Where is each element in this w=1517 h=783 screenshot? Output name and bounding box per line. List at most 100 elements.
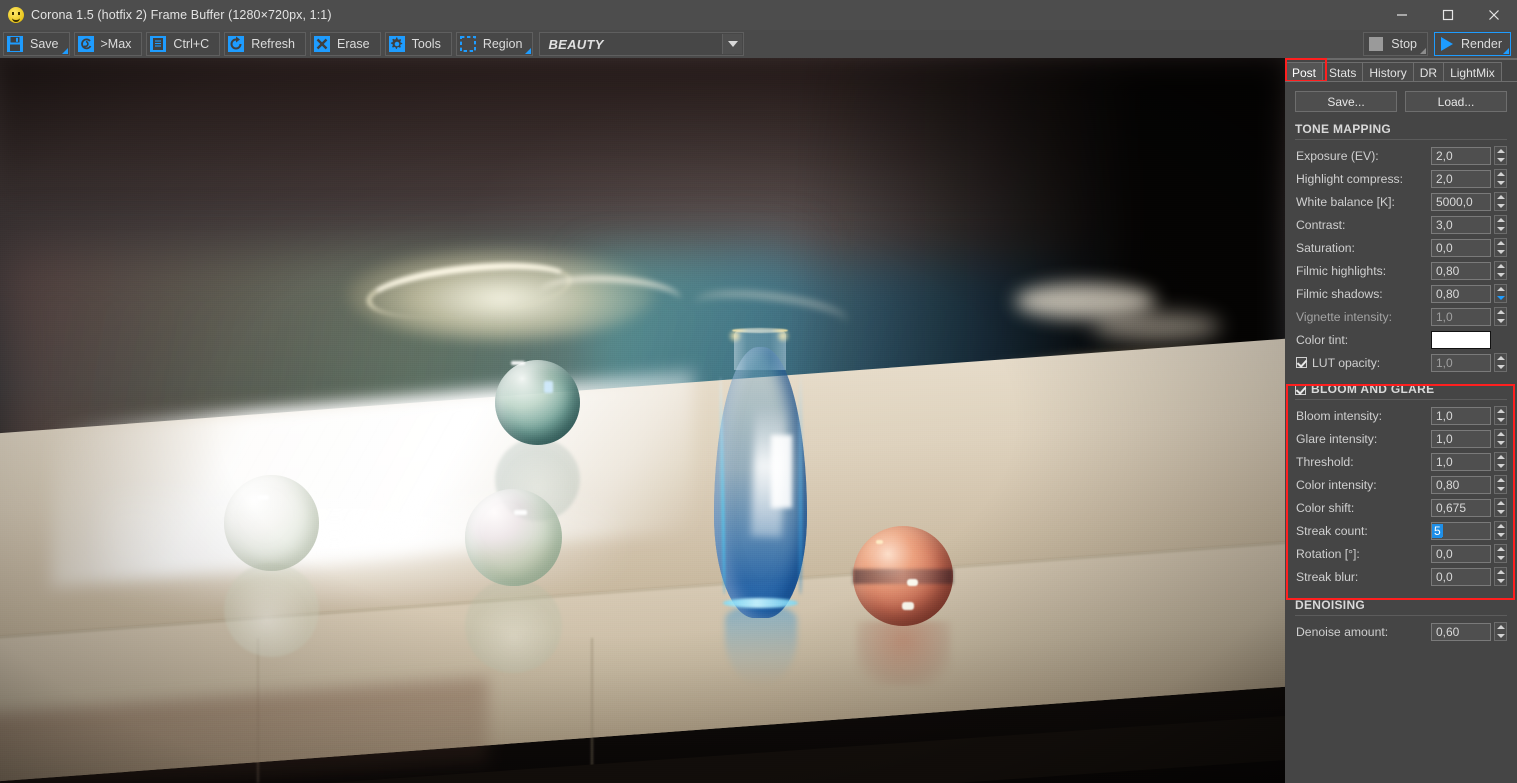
render-viewport[interactable] — [0, 58, 1285, 783]
load-preset-label: Load... — [1437, 94, 1475, 109]
tab-history[interactable]: History — [1362, 62, 1414, 82]
color-intensity-input[interactable]: 0,80 — [1431, 475, 1491, 494]
tab-dr[interactable]: DR — [1412, 62, 1445, 82]
field-glare-intensity[interactable]: Glare intensity: 1,0 — [1285, 427, 1517, 450]
field-filmic-highlights-label: Filmic highlights: — [1296, 263, 1387, 278]
color-intensity-stepper[interactable] — [1494, 475, 1507, 494]
render-button[interactable]: Render — [1434, 32, 1511, 56]
rotation-stepper[interactable] — [1494, 544, 1507, 563]
field-streak-count[interactable]: Streak count: 5 — [1285, 519, 1517, 542]
field-rotation[interactable]: Rotation [°]: 0,0 — [1285, 542, 1517, 565]
to-max-button-label: >Max — [100, 37, 132, 51]
tab-stats[interactable]: Stats — [1322, 62, 1364, 82]
streak-count-stepper[interactable] — [1494, 521, 1507, 540]
field-color-shift[interactable]: Color shift: 0,675 — [1285, 496, 1517, 519]
bloom-and-glare-title: BLOOM AND GLARE — [1311, 382, 1435, 396]
bloom-and-glare-checkbox[interactable] — [1295, 383, 1306, 395]
field-contrast[interactable]: Contrast: 3,0 — [1285, 213, 1517, 236]
bloom-intensity-input[interactable]: 1,0 — [1431, 406, 1491, 425]
tools-button-label: Tools — [411, 37, 441, 51]
field-bloom-intensity[interactable]: Bloom intensity: 1,0 — [1285, 404, 1517, 427]
to-max-button[interactable]: >Max — [73, 32, 143, 56]
saturation-stepper[interactable] — [1494, 238, 1507, 257]
save-preset-button[interactable]: Save... — [1295, 91, 1397, 112]
filmic-highlights-stepper[interactable] — [1494, 261, 1507, 280]
saturation-input[interactable]: 0,0 — [1431, 238, 1491, 257]
filmic-shadows-input[interactable]: 0,80 — [1431, 284, 1491, 303]
close-icon[interactable] — [1471, 0, 1517, 30]
maximize-icon[interactable] — [1425, 0, 1471, 30]
lut-opacity-checkbox[interactable] — [1296, 357, 1307, 368]
bloom-intensity-stepper[interactable] — [1494, 406, 1507, 425]
exposure-input[interactable]: 2,0 — [1431, 146, 1491, 165]
color-shift-stepper[interactable] — [1494, 498, 1507, 517]
render-pass-select[interactable]: BEAUTY — [539, 32, 745, 56]
field-white-balance[interactable]: White balance [K]: 5000,0 — [1285, 190, 1517, 213]
field-streak-blur[interactable]: Streak blur: 0,0 — [1285, 565, 1517, 588]
glare-intensity-stepper[interactable] — [1494, 429, 1507, 448]
contrast-stepper[interactable] — [1494, 215, 1507, 234]
glare-intensity-input[interactable]: 1,0 — [1431, 429, 1491, 448]
color-shift-input[interactable]: 0,675 — [1431, 498, 1491, 517]
field-highlight-compress-label: Highlight compress: — [1296, 171, 1404, 186]
field-saturation[interactable]: Saturation: 0,0 — [1285, 236, 1517, 259]
field-threshold[interactable]: Threshold: 1,0 — [1285, 450, 1517, 473]
vignette-intensity-stepper[interactable] — [1494, 307, 1507, 326]
field-streak-count-control: 5 — [1431, 521, 1507, 540]
field-color-tint[interactable]: Color tint: — [1285, 328, 1517, 351]
save-button-label: Save — [30, 37, 59, 51]
field-exposure[interactable]: Exposure (EV): 2,0 — [1285, 144, 1517, 167]
refresh-button-label: Refresh — [251, 37, 295, 51]
filmic-highlights-input[interactable]: 0,80 — [1431, 261, 1491, 280]
refresh-button[interactable]: Refresh — [224, 32, 306, 56]
window-controls — [1379, 0, 1517, 30]
field-highlight-compress[interactable]: Highlight compress: 2,0 — [1285, 167, 1517, 190]
field-filmic-highlights[interactable]: Filmic highlights: 0,80 — [1285, 259, 1517, 282]
stop-button[interactable]: Stop — [1363, 32, 1428, 56]
field-exposure-control: 2,0 — [1431, 146, 1507, 165]
field-vignette-intensity[interactable]: Vignette intensity: 1,0 — [1285, 305, 1517, 328]
erase-button[interactable]: Erase — [309, 32, 381, 56]
streak-blur-input[interactable]: 0,0 — [1431, 567, 1491, 586]
streak-count-input[interactable]: 5 — [1431, 521, 1491, 540]
threshold-value: 1,0 — [1436, 454, 1453, 469]
corona-frame-buffer-window: Corona 1.5 (hotfix 2) Frame Buffer (1280… — [0, 0, 1517, 783]
field-vignette-intensity-control: 1,0 — [1431, 307, 1507, 326]
exposure-stepper[interactable] — [1494, 146, 1507, 165]
highlight-compress-input[interactable]: 2,0 — [1431, 169, 1491, 188]
filmic-highlights-value: 0,80 — [1436, 263, 1460, 278]
threshold-stepper[interactable] — [1494, 452, 1507, 471]
lut-opacity-value: 1,0 — [1436, 355, 1453, 370]
field-lut-opacity[interactable]: LUT opacity: 1,0 — [1285, 351, 1517, 374]
highlight-compress-stepper[interactable] — [1494, 169, 1507, 188]
field-color-tint-label: Color tint: — [1296, 332, 1349, 347]
streak-blur-stepper[interactable] — [1494, 567, 1507, 586]
exposure-value: 2,0 — [1436, 148, 1453, 163]
filmic-shadows-stepper[interactable] — [1494, 284, 1507, 303]
white-balance-stepper[interactable] — [1494, 192, 1507, 211]
tab-lightmix[interactable]: LightMix — [1443, 62, 1502, 82]
copy-button[interactable]: Ctrl+C — [146, 32, 221, 56]
chevron-down-icon[interactable] — [722, 34, 743, 54]
lut-opacity-input[interactable]: 1,0 — [1431, 353, 1491, 372]
field-denoise-amount[interactable]: Denoise amount: 0,60 — [1285, 620, 1517, 643]
color-tint-swatch[interactable] — [1431, 330, 1491, 349]
tab-post[interactable]: Post — [1285, 62, 1324, 82]
lut-opacity-stepper[interactable] — [1494, 353, 1507, 372]
field-color-intensity[interactable]: Color intensity: 0,80 — [1285, 473, 1517, 496]
threshold-input[interactable]: 1,0 — [1431, 452, 1491, 471]
load-preset-button[interactable]: Load... — [1405, 91, 1507, 112]
field-bloom-intensity-label: Bloom intensity: — [1296, 408, 1383, 423]
field-filmic-shadows[interactable]: Filmic shadows: 0,80 — [1285, 282, 1517, 305]
contrast-input[interactable]: 3,0 — [1431, 215, 1491, 234]
denoise-amount-input[interactable]: 0,60 — [1431, 622, 1491, 641]
minimize-icon[interactable] — [1379, 0, 1425, 30]
scene-vignette — [0, 58, 1285, 783]
rotation-input[interactable]: 0,0 — [1431, 544, 1491, 563]
save-button[interactable]: Save — [3, 32, 70, 56]
white-balance-input[interactable]: 5000,0 — [1431, 192, 1491, 211]
tools-button[interactable]: Tools — [384, 32, 452, 56]
vignette-intensity-input[interactable]: 1,0 — [1431, 307, 1491, 326]
denoise-amount-stepper[interactable] — [1494, 622, 1507, 641]
region-button[interactable]: Region — [455, 32, 534, 56]
